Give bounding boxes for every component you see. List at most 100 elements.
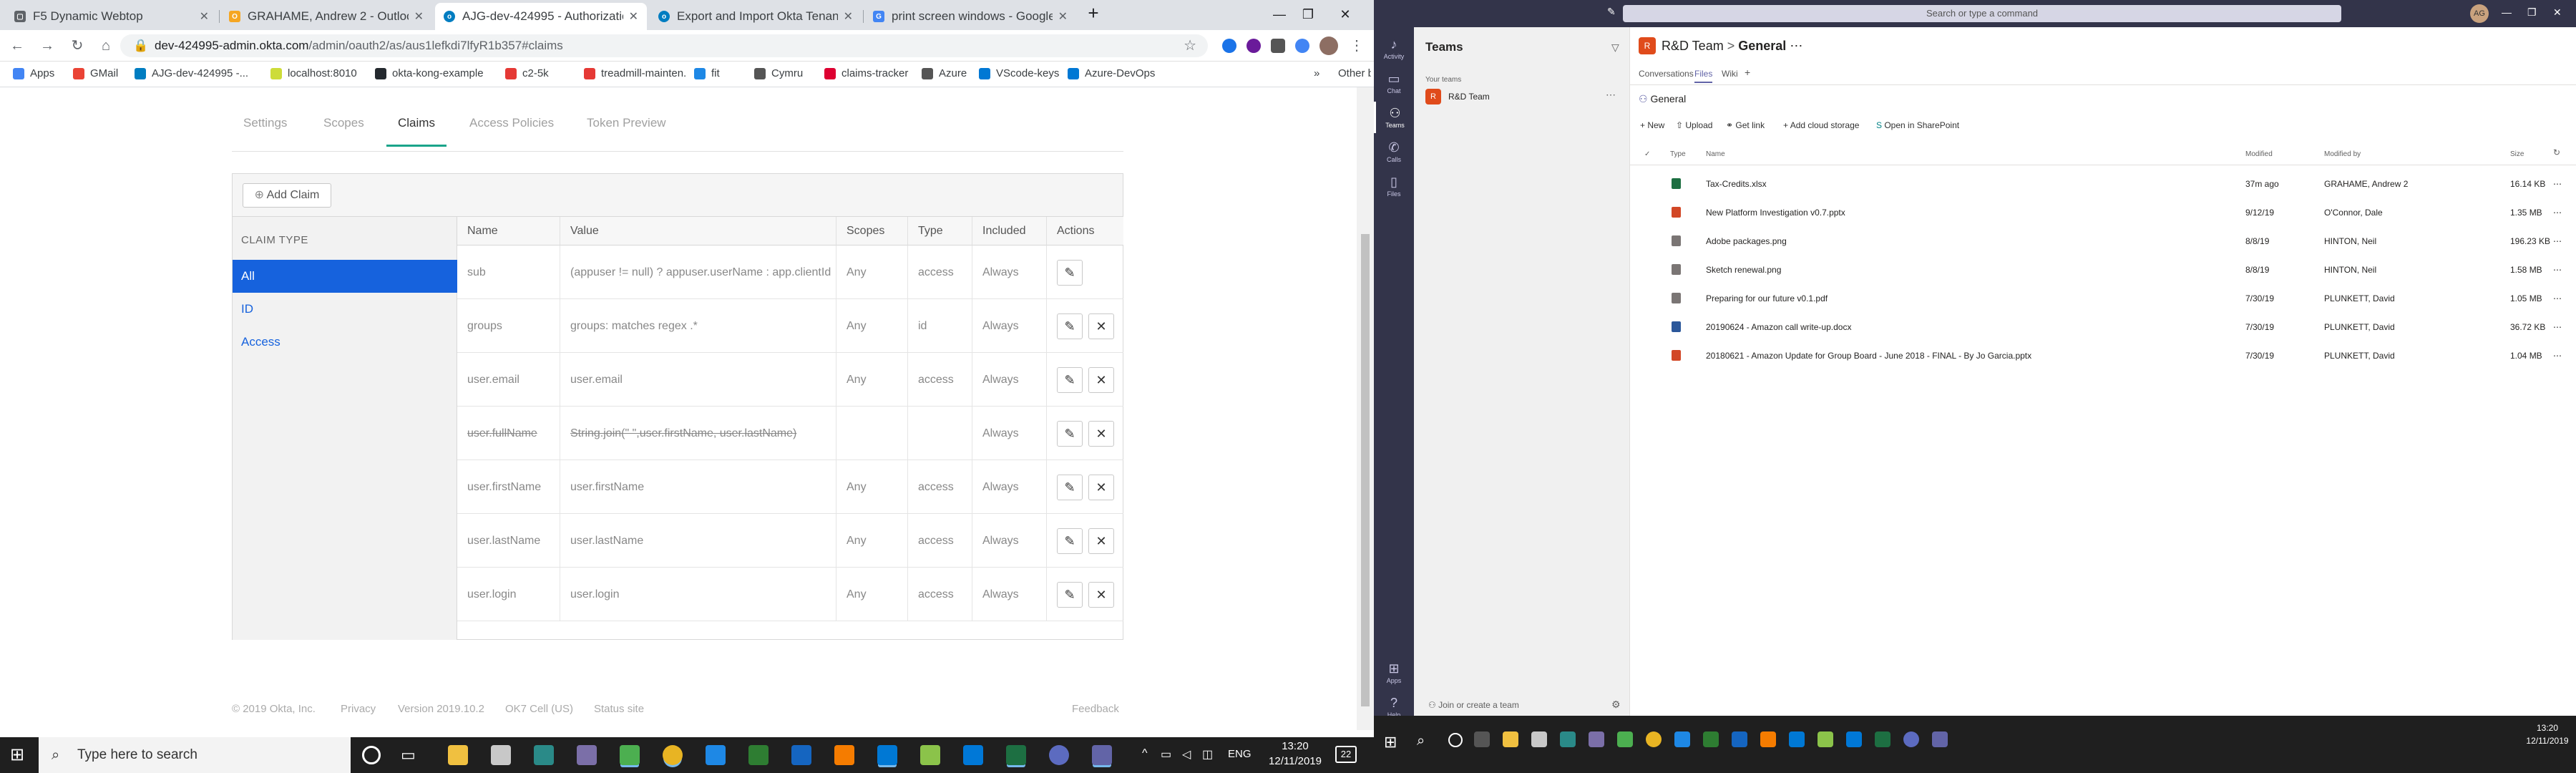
- bookmark-item[interactable]: c2-5k: [505, 67, 549, 79]
- file-row[interactable]: 20180621 - Amazon Update for Group Board…: [1630, 342, 2576, 371]
- feedback-link[interactable]: Feedback: [1072, 703, 1119, 715]
- shield-icon[interactable]: [1732, 731, 1747, 747]
- delete-icon[interactable]: ✕: [1088, 313, 1114, 339]
- file-row[interactable]: Preparing for our future v0.1.pdf 7/30/19…: [1630, 285, 2576, 313]
- avatar[interactable]: [1319, 37, 1338, 55]
- store-icon[interactable]: [491, 745, 511, 765]
- notification-count[interactable]: 22: [1335, 746, 1357, 763]
- volume-icon[interactable]: ◁: [1182, 747, 1191, 762]
- phone-app-icon[interactable]: [620, 745, 640, 765]
- chrome-tab-1[interactable]: ▢ F5 Dynamic Webtop ✕: [6, 3, 218, 30]
- vscode-icon[interactable]: [1789, 731, 1805, 747]
- chrome-tab-4[interactable]: o Export and Import Okta Tenant C ✕: [650, 3, 862, 30]
- more-options-icon[interactable]: ⋯: [2553, 322, 2562, 332]
- claim-type-all[interactable]: All: [233, 260, 457, 293]
- page-scrollbar[interactable]: [1357, 87, 1374, 730]
- more-options-icon[interactable]: ⋯: [2553, 208, 2562, 218]
- bookmark-item[interactable]: VScode-keys: [979, 67, 1059, 79]
- tab-token-preview[interactable]: Token Preview: [587, 116, 666, 130]
- filter-icon[interactable]: ▽: [1611, 42, 1619, 54]
- bookmark-item[interactable]: Azure-DevOps: [1068, 67, 1155, 79]
- gear-icon[interactable]: ⚙: [1611, 699, 1621, 711]
- close-window-button[interactable]: ✕: [2553, 6, 2562, 19]
- column-header-type[interactable]: Type: [1670, 150, 1686, 158]
- phone-app-icon[interactable]: [1617, 731, 1633, 747]
- home-icon[interactable]: ⌂: [96, 36, 116, 56]
- teams-icon[interactable]: [1092, 745, 1112, 765]
- language-indicator[interactable]: ENG: [1228, 748, 1252, 760]
- rail-apps[interactable]: ⊞ Apps: [1374, 657, 1414, 689]
- edit-icon[interactable]: ✎: [1057, 260, 1083, 286]
- close-icon[interactable]: ✕: [629, 9, 638, 24]
- new-tab-button[interactable]: +: [1079, 3, 1108, 23]
- store-icon[interactable]: [1531, 731, 1547, 747]
- avatar[interactable]: AG: [2470, 4, 2489, 23]
- edit-icon[interactable]: ✎: [1057, 421, 1083, 447]
- footer-privacy-link[interactable]: Privacy: [341, 703, 376, 715]
- more-options-icon[interactable]: ⋯: [1790, 39, 1802, 53]
- add-tab-icon[interactable]: +: [1745, 67, 1750, 78]
- column-header-size[interactable]: Size: [2510, 150, 2524, 158]
- app-icon[interactable]: [1760, 731, 1776, 747]
- app-icon[interactable]: [1589, 731, 1604, 747]
- extension-icon[interactable]: [1295, 39, 1309, 53]
- more-options-icon[interactable]: ⋯: [2553, 293, 2562, 303]
- excel-icon[interactable]: [1006, 745, 1026, 765]
- app-icon[interactable]: [834, 745, 854, 765]
- task-view-icon[interactable]: [1474, 731, 1490, 747]
- scrollbar-thumb[interactable]: [1361, 234, 1370, 706]
- search-icon[interactable]: ⌕: [1417, 733, 1425, 749]
- windows-start-icon[interactable]: ⊞: [10, 747, 24, 764]
- team-item-rd[interactable]: R R&D Team ⋯: [1420, 86, 1624, 107]
- claim-type-access[interactable]: Access: [233, 326, 457, 359]
- app-icon[interactable]: [748, 745, 769, 765]
- bookmark-item[interactable]: claims-tracker: [824, 67, 908, 79]
- tab-settings[interactable]: Settings: [243, 116, 287, 130]
- file-row[interactable]: Tax-Credits.xlsx 37m ago GRAHAME, Andrew 2…: [1630, 170, 2576, 199]
- bookmark-item[interactable]: GMail: [73, 67, 118, 79]
- bookmark-item[interactable]: AJG-dev-424995 -...: [135, 67, 248, 79]
- delete-icon[interactable]: ✕: [1088, 528, 1114, 554]
- chrome-tab-5[interactable]: G print screen windows - Google S ✕: [864, 3, 1076, 30]
- app-icon[interactable]: [534, 745, 554, 765]
- app-icon[interactable]: [577, 745, 597, 765]
- open-sharepoint-button[interactable]: S Open in SharePoint: [1876, 120, 1959, 130]
- restore-button[interactable]: ❐: [2527, 6, 2537, 19]
- edge-icon[interactable]: [963, 745, 983, 765]
- tab-wiki[interactable]: Wiki: [1722, 69, 1738, 79]
- edit-icon[interactable]: ✎: [1057, 475, 1083, 500]
- address-bar[interactable]: 🔒 dev-424995-admin.okta.com/admin/oauth2…: [120, 34, 1208, 57]
- app-icon[interactable]: [1049, 745, 1069, 765]
- other-bookmarks-folder[interactable]: Other bookmarks: [1338, 67, 1371, 79]
- file-explorer-icon[interactable]: [448, 745, 468, 765]
- minimize-button[interactable]: —: [2502, 6, 2512, 18]
- bookmark-item[interactable]: Apps: [13, 67, 54, 79]
- delete-icon[interactable]: ✕: [1088, 582, 1114, 608]
- close-icon[interactable]: ✕: [1058, 9, 1068, 24]
- cortana-icon[interactable]: [362, 746, 381, 764]
- back-icon[interactable]: ←: [7, 36, 27, 56]
- menu-icon[interactable]: ⋮: [1347, 36, 1367, 56]
- upload-app-icon[interactable]: [1674, 731, 1690, 747]
- file-row[interactable]: Sketch renewal.png 8/8/19 HINTON, Neil 1.58…: [1630, 256, 2576, 285]
- file-row[interactable]: New Platform Investigation v0.7.pptx 9/12…: [1630, 199, 2576, 228]
- more-options-icon[interactable]: ⋯: [1606, 89, 1616, 101]
- column-header-name[interactable]: Name: [1706, 150, 1725, 158]
- tab-files[interactable]: Files: [1694, 69, 1713, 83]
- forward-icon[interactable]: →: [37, 36, 57, 56]
- rail-files[interactable]: ▯ Files: [1374, 170, 1414, 202]
- edit-icon[interactable]: ✎: [1057, 313, 1083, 339]
- windows-start-icon[interactable]: ⊞: [1384, 733, 1397, 752]
- file-row[interactable]: Adobe packages.png 8/8/19 HINTON, Neil 196.…: [1630, 228, 2576, 256]
- clock-time[interactable]: 13:20: [2526, 723, 2569, 733]
- reload-icon[interactable]: ↻: [67, 36, 87, 56]
- extension-icon[interactable]: [1271, 39, 1285, 53]
- extension-icon[interactable]: [1222, 39, 1236, 53]
- file-row[interactable]: 20190624 - Amazon call write-up.docx 7/30…: [1630, 313, 2576, 342]
- select-all-icon[interactable]: ✓: [1644, 150, 1650, 158]
- more-options-icon[interactable]: ⋯: [2553, 265, 2562, 275]
- rail-calls[interactable]: ✆ Calls: [1374, 136, 1414, 167]
- excel-icon[interactable]: [1875, 731, 1890, 747]
- column-header-modified-by[interactable]: Modified by: [2324, 150, 2361, 158]
- rail-teams[interactable]: ⚇ Teams: [1374, 102, 1414, 133]
